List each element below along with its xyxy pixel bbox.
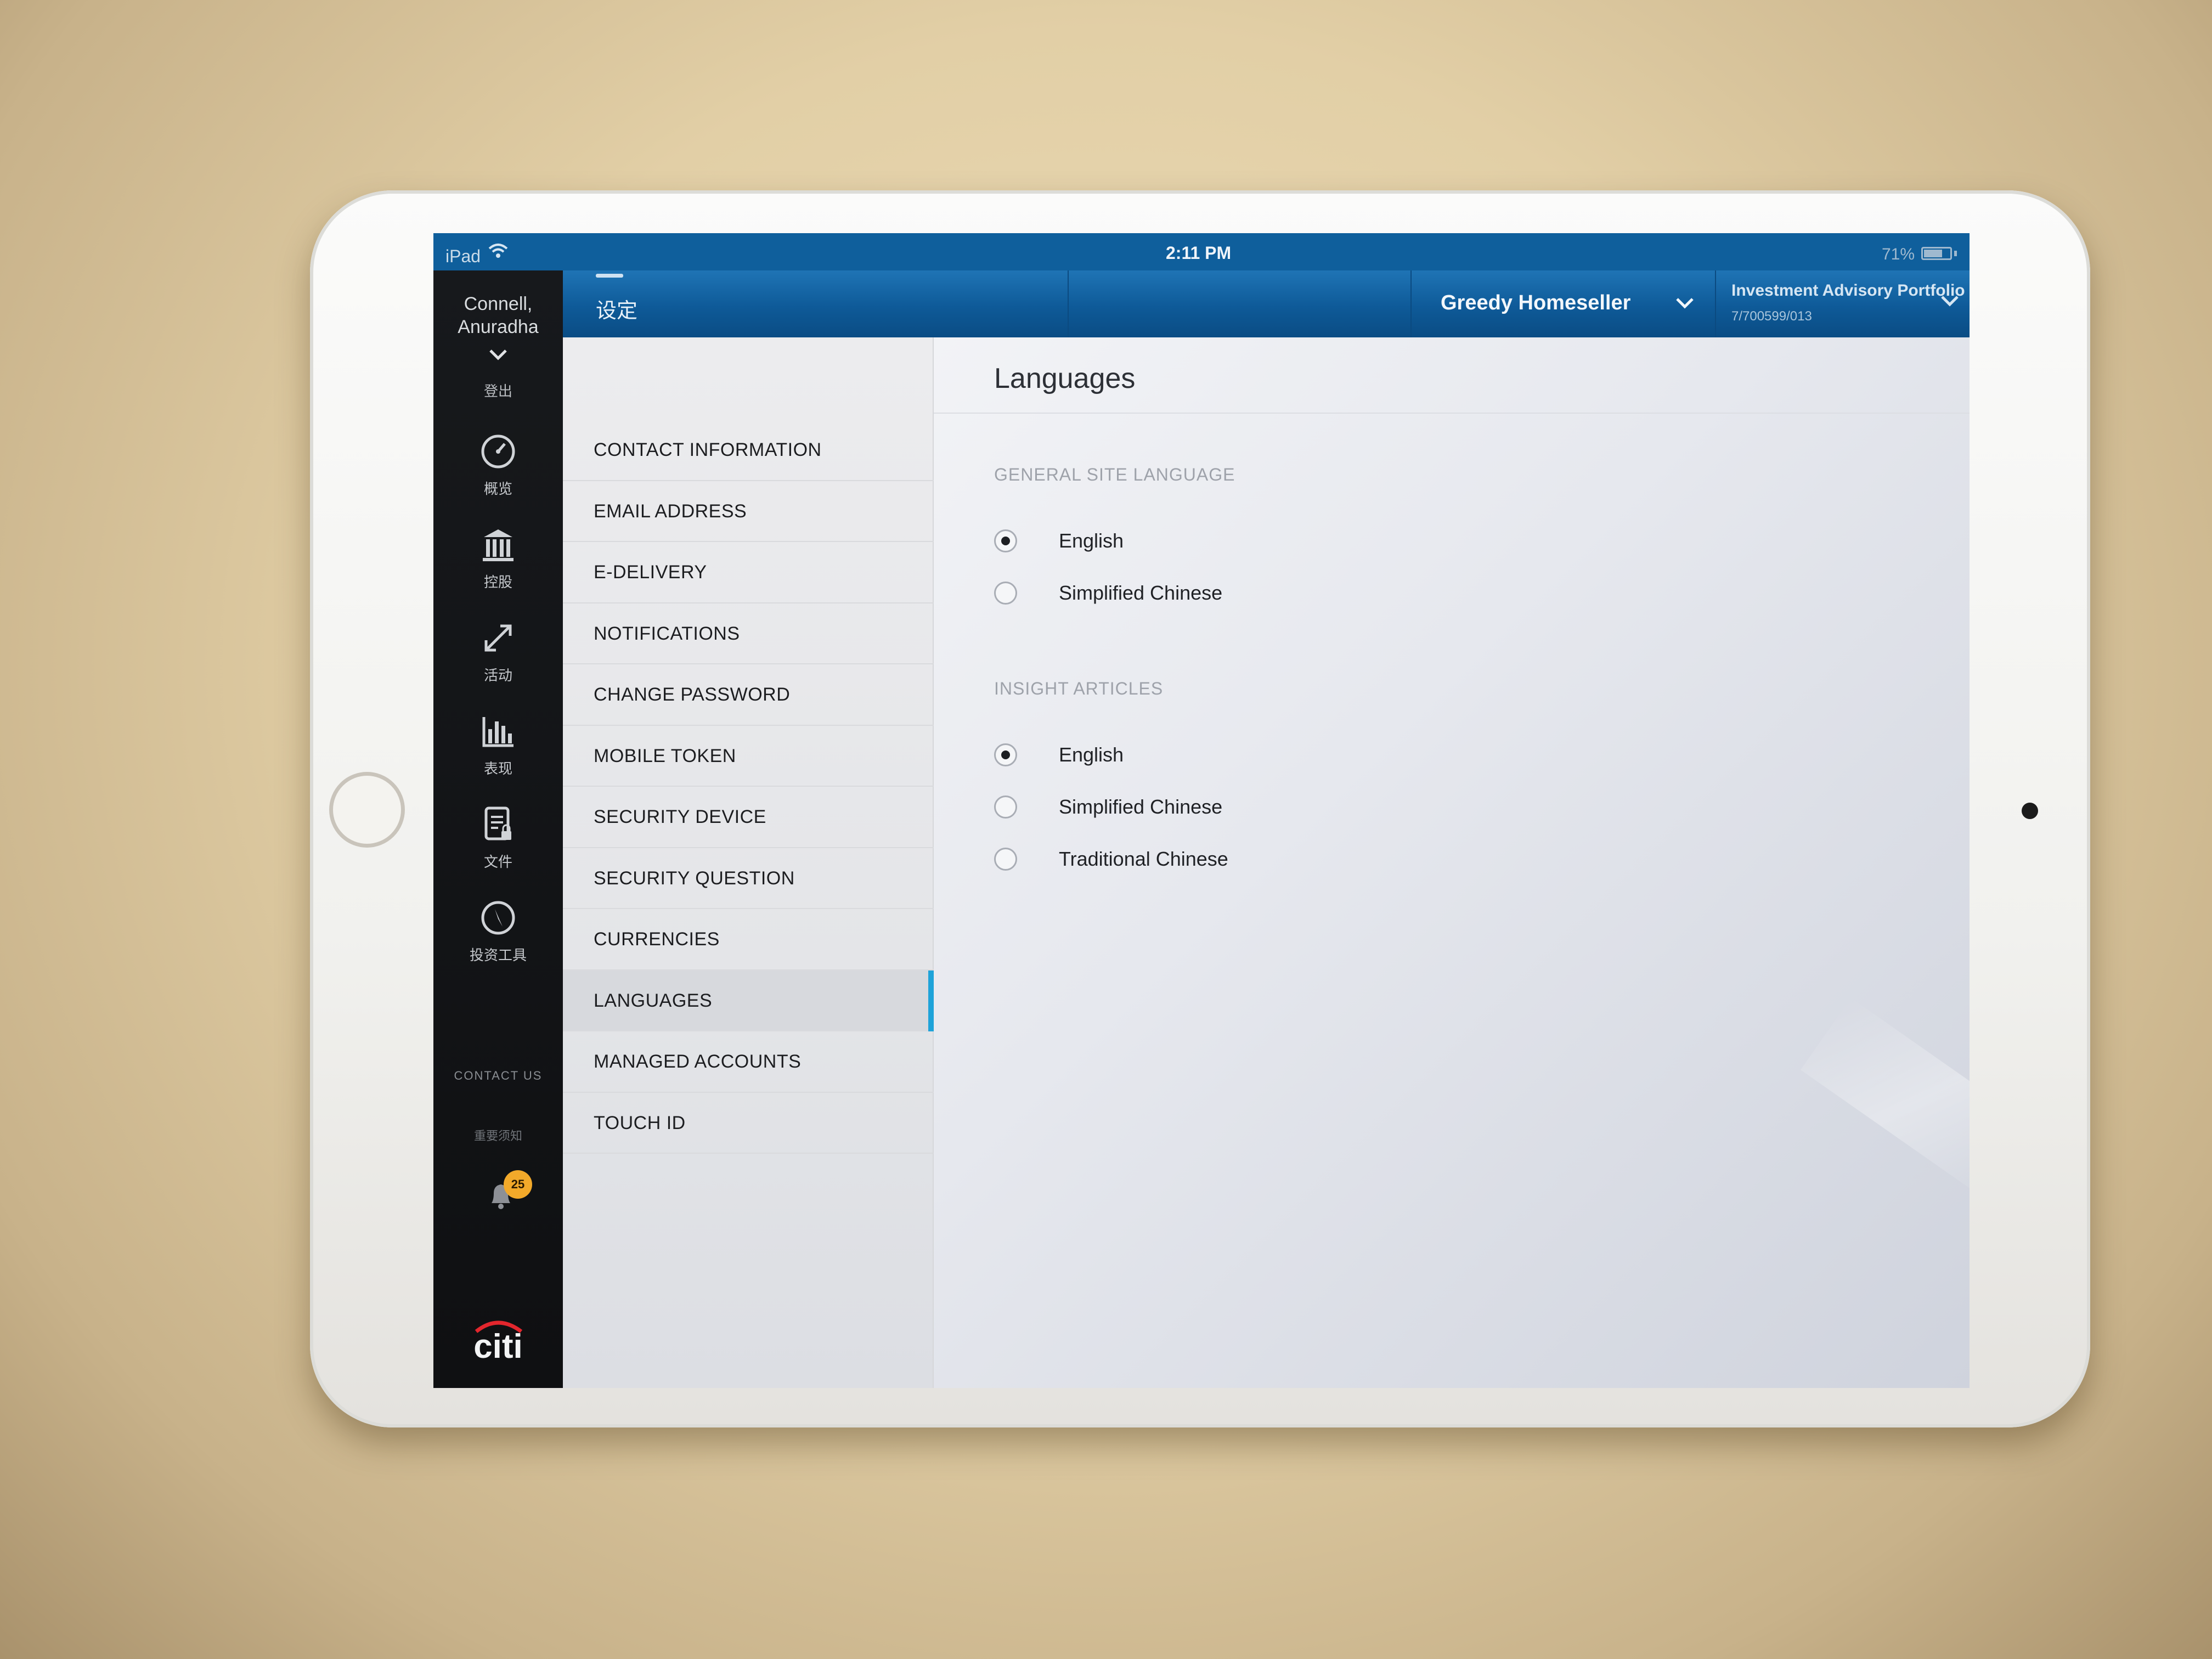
main-nav-rail: Connell, Anuradha 登出 概览 控股 活动 表现 文件 投资工具 — [433, 270, 563, 1388]
radio-label: Traditional Chinese — [1059, 848, 1228, 870]
nav-item-languages[interactable]: LANGUAGES — [563, 970, 936, 1031]
chevron-down-icon[interactable] — [1939, 292, 1961, 309]
bar-chart-icon — [482, 717, 514, 747]
account-number: 7/700599/013 — [1731, 309, 1812, 324]
battery-icon — [1921, 247, 1952, 260]
settings-nav: CONTACT INFORMATION EMAIL ADDRESS E-DELI… — [563, 337, 936, 1388]
page-title: 设定 — [596, 300, 638, 323]
battery-fill — [1924, 250, 1942, 257]
section-title: Languages — [994, 363, 1136, 394]
rail-label: 文件 — [483, 854, 512, 870]
rail-label: 概览 — [483, 481, 512, 497]
rail-label: 投资工具 — [469, 947, 527, 963]
contact-us-link[interactable]: CONTACT US — [433, 1069, 563, 1083]
radio-button[interactable] — [994, 582, 1017, 605]
settings-nav-list: CONTACT INFORMATION EMAIL ADDRESS E-DELI… — [563, 420, 936, 1154]
header-divider — [1410, 270, 1412, 337]
citi-logo: citi — [473, 1321, 523, 1362]
nav-item-security-device[interactable]: SECURITY DEVICE — [563, 787, 934, 848]
rail-item-holdings[interactable]: 控股 — [433, 523, 563, 591]
divider — [934, 413, 1970, 414]
gauge-icon — [481, 435, 515, 469]
radio-button[interactable] — [994, 848, 1017, 871]
radio-button[interactable] — [994, 795, 1017, 819]
account-selector[interactable]: Investment Advisory Portfolio — [1731, 281, 1965, 300]
nav-item-touch-id[interactable]: TOUCH ID — [563, 1093, 934, 1154]
nav-item-currencies[interactable]: CURRENCIES — [563, 909, 934, 970]
radio-label: English — [1059, 529, 1124, 552]
status-bar: iPad 2:11 PM 71% — [433, 233, 1970, 270]
notification-badge: 25 — [504, 1170, 532, 1199]
household-selector[interactable]: Greedy Homeseller — [1441, 291, 1630, 315]
radio-label: Simplified Chinese — [1059, 582, 1223, 604]
app-header: 设定 Greedy Homeseller Investment Advisory… — [563, 270, 1970, 337]
rail-item-performance[interactable]: 表现 — [433, 709, 563, 778]
header-divider — [1068, 270, 1069, 337]
wifi-icon — [488, 243, 508, 264]
nav-item-change-password[interactable]: CHANGE PASSWORD — [563, 664, 934, 726]
arrows-icon — [484, 624, 512, 652]
rail-label: 表现 — [483, 760, 512, 777]
rail-label: 控股 — [483, 574, 512, 590]
app-screen: iPad 2:11 PM 71% Connell, Anuradha 登出 概览… — [433, 233, 1970, 1388]
nav-item-contact-information[interactable]: CONTACT INFORMATION — [563, 420, 934, 481]
header-divider — [1715, 270, 1716, 337]
nav-item-mobile-token[interactable]: MOBILE TOKEN — [563, 726, 934, 787]
status-time: 2:11 PM — [1166, 243, 1232, 263]
rail-item-documents[interactable]: 文件 — [433, 803, 563, 871]
radio-button[interactable] — [994, 743, 1017, 766]
user-name-line1: Connell, — [464, 294, 533, 314]
user-name[interactable]: Connell, Anuradha — [433, 292, 563, 338]
radio-label: English — [1059, 743, 1124, 766]
general-site-language-label: GENERAL SITE LANGUAGE — [994, 465, 1235, 484]
menu-handle[interactable] — [596, 274, 623, 278]
rail-item-activity[interactable]: 活动 — [433, 616, 563, 685]
status-device-name: iPad — [445, 246, 481, 266]
logout-link[interactable]: 登出 — [433, 380, 563, 400]
bank-icon — [483, 529, 514, 561]
battery-percent: 71% — [1882, 245, 1915, 263]
document-lock-icon — [484, 806, 511, 840]
nav-item-email-address[interactable]: EMAIL ADDRESS — [563, 481, 934, 542]
home-button[interactable] — [329, 772, 405, 848]
nav-item-managed-accounts[interactable]: MANAGED ACCOUNTS — [563, 1031, 934, 1093]
chevron-down-icon[interactable] — [1674, 295, 1696, 311]
front-camera — [2022, 803, 2038, 819]
nav-item-e-delivery[interactable]: E-DELIVERY — [563, 542, 934, 603]
nav-item-notifications[interactable]: NOTIFICATIONS — [563, 603, 934, 664]
chevron-down-icon[interactable] — [487, 346, 509, 363]
insight-articles-label: INSIGHT ARTICLES — [994, 679, 1164, 698]
radio-label: Simplified Chinese — [1059, 795, 1223, 818]
svg-text:citi: citi — [473, 1328, 523, 1362]
nav-item-security-question[interactable]: SECURITY QUESTION — [563, 848, 934, 909]
rail-item-overview[interactable]: 概览 — [433, 430, 563, 498]
rail-item-investment-tools[interactable]: 投资工具 — [433, 896, 563, 964]
compass-icon — [481, 901, 515, 935]
important-notice-link[interactable]: 重要须知 — [433, 1126, 563, 1144]
battery-tip — [1954, 251, 1957, 256]
user-name-line2: Anuradha — [458, 317, 539, 337]
languages-panel: Languages GENERAL SITE LANGUAGE English … — [934, 337, 1970, 1388]
radio-button[interactable] — [994, 529, 1017, 552]
rail-label: 活动 — [483, 667, 512, 684]
